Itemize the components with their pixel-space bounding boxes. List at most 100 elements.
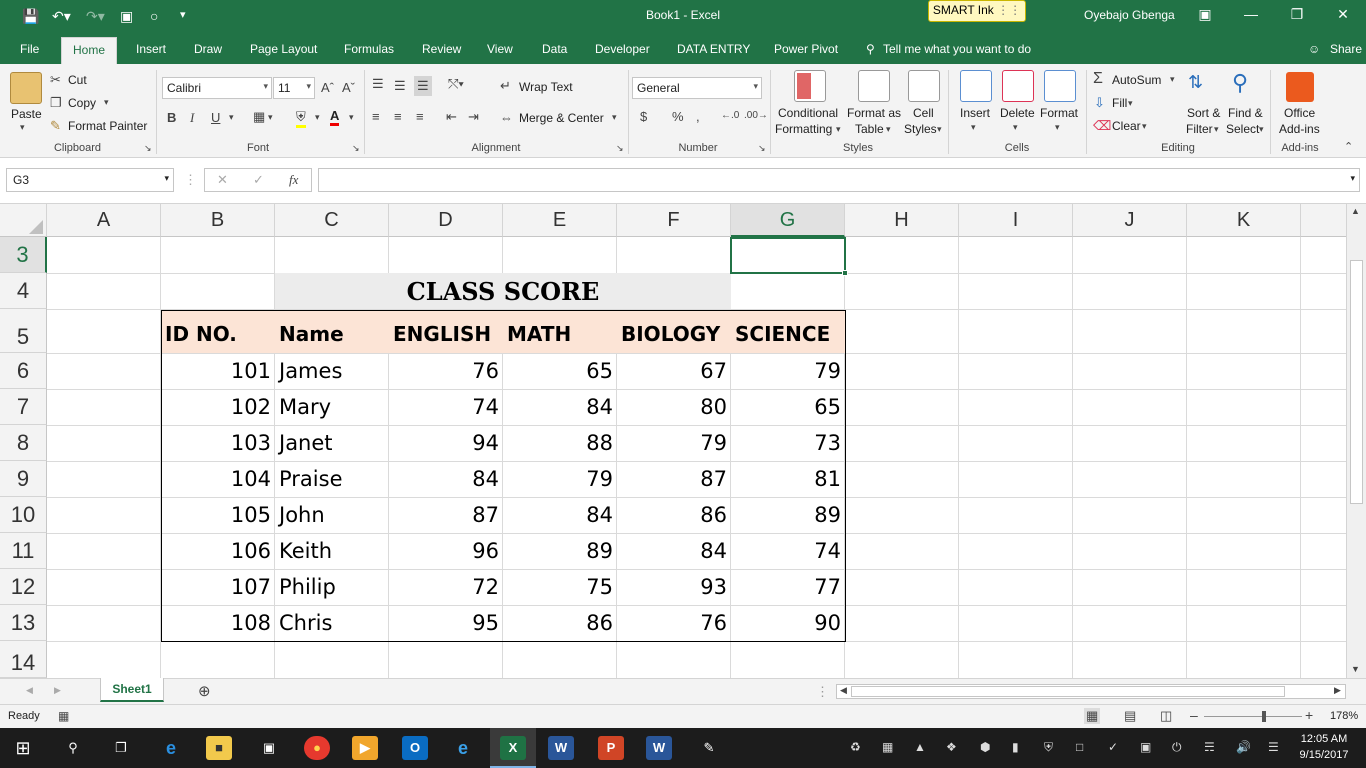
alignment-launcher-icon[interactable]: ↘ xyxy=(616,143,624,154)
wrap-text-button[interactable]: Wrap Text xyxy=(519,80,573,94)
paste-icon[interactable] xyxy=(10,72,42,104)
format-painter-button[interactable]: Format Painter xyxy=(68,119,147,133)
cell-math[interactable]: 86 xyxy=(503,605,617,641)
zoom-level[interactable]: 178% xyxy=(1330,710,1358,722)
paint-icon[interactable]: ✎ xyxy=(696,736,722,760)
notes-tray-icon[interactable]: □ xyxy=(1076,740,1083,754)
tab-review[interactable]: Review xyxy=(422,42,461,56)
row-header-9[interactable]: 9 xyxy=(0,461,47,497)
normal-view-icon[interactable]: ▦ xyxy=(1084,708,1101,724)
delete-dropdown-icon[interactable]: ▾ xyxy=(1013,122,1018,133)
find-select-label1[interactable]: Find & xyxy=(1228,106,1263,120)
cell-english[interactable]: 74 xyxy=(389,389,503,425)
decrease-decimal-icon[interactable]: .00→ xyxy=(744,110,768,121)
fill-dropdown-icon[interactable]: ▾ xyxy=(1128,98,1133,109)
bluetooth-tray-icon[interactable]: ⬢ xyxy=(980,740,990,754)
page-layout-view-icon[interactable]: ▤ xyxy=(1124,708,1136,724)
align-right-icon[interactable]: ≡ xyxy=(416,109,424,124)
redo-icon[interactable]: ↷▾ xyxy=(86,8,105,25)
clock[interactable]: 12:05 AM 9/15/2017 xyxy=(1292,731,1356,763)
insert-dropdown-icon[interactable]: ▾ xyxy=(971,122,976,133)
column-header-a[interactable]: A xyxy=(47,204,161,237)
percent-button[interactable]: % xyxy=(672,109,684,124)
active-cell-g3[interactable] xyxy=(730,237,848,276)
page-break-view-icon[interactable]: ◫ xyxy=(1160,708,1172,724)
cell-name[interactable]: John xyxy=(275,497,389,533)
cell-biology[interactable]: 93 xyxy=(617,569,731,605)
zoom-slider-thumb[interactable] xyxy=(1262,711,1266,722)
undo-icon[interactable]: ↶▾ xyxy=(52,8,71,25)
fill-color-icon[interactable]: ⛨ xyxy=(296,109,306,128)
tab-file[interactable]: File xyxy=(20,42,39,56)
format-painter-icon[interactable]: ✎ xyxy=(50,118,61,134)
find-dropdown-icon[interactable]: ▾ xyxy=(1259,124,1264,135)
column-header-k[interactable]: K xyxy=(1187,204,1301,237)
format-as-table-icon[interactable] xyxy=(858,70,890,102)
row-header-4[interactable]: 4 xyxy=(0,273,47,309)
cell-math[interactable]: 79 xyxy=(503,461,617,497)
fill-button[interactable]: Fill xyxy=(1112,96,1127,110)
cell-biology[interactable]: 67 xyxy=(617,353,731,389)
next-sheet-icon[interactable]: ▶ xyxy=(54,685,61,696)
clear-button[interactable]: Clear xyxy=(1112,119,1141,133)
row-header-10[interactable]: 10 xyxy=(0,497,47,533)
copy-dropdown-icon[interactable]: ▾ xyxy=(104,97,109,108)
media-player-icon[interactable]: ▶ xyxy=(352,736,378,760)
fill-icon[interactable]: ⇩ xyxy=(1094,95,1105,111)
drive-tray-icon[interactable]: ▲ xyxy=(914,740,926,754)
outlook-icon[interactable]: O xyxy=(402,736,428,760)
find-select-icon[interactable]: ⚲ xyxy=(1232,70,1248,96)
check-tray-icon[interactable]: ✓ xyxy=(1108,740,1118,754)
word-icon[interactable]: W xyxy=(548,736,574,760)
borders-dropdown-icon[interactable]: ▾ xyxy=(268,112,273,123)
tab-view[interactable]: View xyxy=(487,42,513,56)
tab-data-entry[interactable]: DATA ENTRY xyxy=(677,42,750,56)
autosum-icon[interactable]: Σ xyxy=(1093,70,1103,88)
vertical-scrollbar[interactable]: ▲ ▼ xyxy=(1346,204,1366,678)
macro-record-icon[interactable]: ▦ xyxy=(58,709,69,723)
header-id[interactable]: ID NO. xyxy=(161,316,275,352)
windows-start-icon[interactable]: ⊞ xyxy=(10,736,36,760)
fill-handle[interactable] xyxy=(842,270,848,276)
currency-button[interactable]: $ xyxy=(640,109,647,124)
cell-math[interactable]: 84 xyxy=(503,497,617,533)
merge-dropdown-icon[interactable]: ▾ xyxy=(612,112,617,123)
align-center-icon[interactable]: ≡ xyxy=(394,109,402,124)
cell-science[interactable]: 89 xyxy=(731,497,845,533)
restore-icon[interactable]: ❐ xyxy=(1282,6,1312,23)
network-sync-icon[interactable]: ♻ xyxy=(850,740,861,754)
cell-name[interactable]: Philip xyxy=(275,569,389,605)
power-tray-icon[interactable]: ⏻ xyxy=(1172,740,1182,755)
office-addins-label1[interactable]: Office xyxy=(1284,106,1315,120)
sheet-tab-sheet1[interactable]: Sheet1 xyxy=(100,678,164,702)
cell-id[interactable]: 108 xyxy=(161,605,275,641)
format-as-table-label1[interactable]: Format as xyxy=(847,106,901,120)
cell-id[interactable]: 102 xyxy=(161,389,275,425)
column-header-c[interactable]: C xyxy=(275,204,389,237)
name-box[interactable]: G3 ▾ xyxy=(6,168,174,192)
cell-biology[interactable]: 84 xyxy=(617,533,731,569)
tab-power-pivot[interactable]: Power Pivot xyxy=(774,42,838,56)
minimize-icon[interactable]: — xyxy=(1236,6,1266,22)
column-header-g[interactable]: G xyxy=(731,204,845,237)
align-middle-icon[interactable]: ☰ xyxy=(394,78,406,94)
user-name[interactable]: Oyebajo Gbenga xyxy=(1084,8,1175,22)
scroll-down-icon[interactable]: ▼ xyxy=(1351,664,1360,674)
header-english[interactable]: ENGLISH xyxy=(389,316,503,352)
cell-id[interactable]: 103 xyxy=(161,425,275,461)
camera-icon[interactable]: ▣ xyxy=(120,8,133,25)
format-cells-button[interactable]: Format xyxy=(1040,106,1078,120)
smart-ink-button[interactable]: SMART Ink ⋮⋮ xyxy=(928,0,1026,22)
chrome-icon[interactable]: ● xyxy=(304,736,330,760)
cell-name[interactable]: Janet xyxy=(275,425,389,461)
ribbon-display-icon[interactable]: ▣ xyxy=(1190,6,1220,23)
delete-cells-icon[interactable] xyxy=(1002,70,1034,102)
font-color-dropdown-icon[interactable]: ▾ xyxy=(349,112,354,123)
number-format-combo[interactable]: General ▾ xyxy=(632,77,762,99)
action-center-icon[interactable]: ☰ xyxy=(1268,740,1279,754)
delete-cells-button[interactable]: Delete xyxy=(1000,106,1035,120)
cell-styles-icon[interactable] xyxy=(908,70,940,102)
cell-science[interactable]: 77 xyxy=(731,569,845,605)
orientation-icon[interactable]: ⤲▾ xyxy=(448,76,464,92)
tab-developer[interactable]: Developer xyxy=(595,42,650,56)
